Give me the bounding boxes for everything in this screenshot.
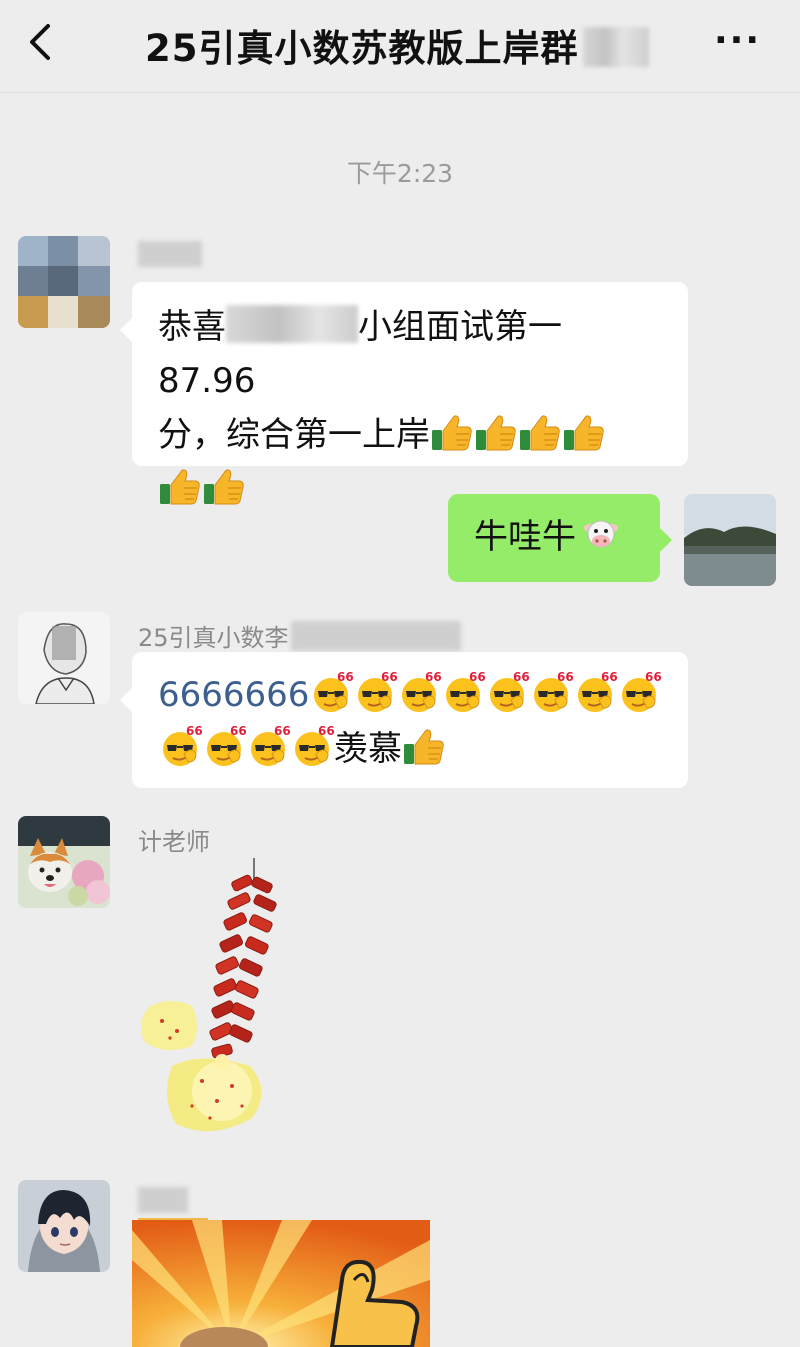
thumbs-up-icon bbox=[159, 469, 200, 505]
message-text: 6666666 bbox=[158, 675, 310, 715]
666-face-icon bbox=[250, 724, 290, 767]
message-timestamp: 下午2:23 bbox=[346, 159, 454, 188]
thumbs-up-icon bbox=[475, 415, 516, 451]
chat-header: 25引真小数苏教版上岸群 ··· bbox=[0, 0, 800, 93]
thumbs-up-icon bbox=[519, 415, 560, 451]
message-bubble[interactable]: 恭喜 小组面试第一 87.96 分，综合第一上岸 bbox=[120, 282, 688, 505]
thumbs-up-icon bbox=[203, 469, 244, 505]
redacted-title-suffix bbox=[582, 27, 649, 67]
firecrackers-icon bbox=[141, 858, 277, 1132]
thumbs-up-icon bbox=[403, 729, 444, 765]
corgi-dog-avatar-image bbox=[18, 816, 110, 908]
666-face-icon bbox=[445, 670, 486, 713]
pixelated-avatar-image bbox=[18, 236, 110, 328]
666-face-icon bbox=[577, 670, 618, 713]
back-button[interactable] bbox=[22, 18, 62, 66]
666-face-icon bbox=[162, 724, 202, 767]
avatar[interactable] bbox=[18, 236, 110, 328]
message-text: 牛哇牛 bbox=[474, 517, 576, 557]
666-face-icon bbox=[621, 670, 662, 713]
avatar[interactable] bbox=[18, 816, 110, 908]
cow-face-icon bbox=[584, 520, 618, 548]
message-text: 恭喜 bbox=[158, 307, 226, 347]
sketch-portrait-avatar-image bbox=[18, 612, 110, 704]
sender-name: 计老师 bbox=[138, 828, 210, 856]
chat-title: 25引真小数苏教版上岸群 bbox=[145, 18, 649, 72]
avatar[interactable] bbox=[18, 1180, 110, 1272]
message-text: 羡慕 bbox=[334, 729, 402, 769]
666-face-icon bbox=[357, 670, 398, 713]
thumbs-up-icon bbox=[563, 415, 604, 451]
message-text: 分，综合第一上岸 bbox=[158, 415, 430, 455]
lake-landscape-avatar-image bbox=[684, 494, 776, 586]
avatar[interactable] bbox=[18, 612, 110, 704]
sender-name-redacted bbox=[138, 1186, 208, 1222]
firecrackers-sticker[interactable] bbox=[132, 856, 292, 1156]
666-face-icon bbox=[294, 724, 334, 767]
image-message[interactable] bbox=[132, 1220, 430, 1347]
redacted-name bbox=[226, 305, 358, 343]
redacted-sender-name bbox=[138, 241, 202, 267]
redacted-sender-name bbox=[138, 1187, 188, 1213]
message-bubble[interactable]: 6666666 羡慕 bbox=[120, 652, 688, 788]
more-options-button[interactable]: ··· bbox=[714, 20, 761, 61]
sender-name: 25引真小数李 bbox=[138, 618, 461, 653]
666-face-icon bbox=[206, 724, 246, 767]
self-avatar[interactable] bbox=[684, 494, 776, 586]
sender-name-redacted bbox=[138, 240, 202, 268]
anime-boy-avatar-image bbox=[18, 1180, 110, 1272]
chat-title-text: 25引真小数苏教版上岸群 bbox=[145, 27, 579, 70]
666-face-icon bbox=[401, 670, 442, 713]
sender-name-text: 25引真小数李 bbox=[138, 624, 289, 652]
666-face-icon bbox=[313, 670, 354, 713]
thumbs-up-icon bbox=[431, 415, 472, 451]
666-face-icon bbox=[489, 670, 530, 713]
666-face-icon bbox=[533, 670, 574, 713]
thumbs-up-sticker-image bbox=[132, 1220, 430, 1347]
redacted-sender-name bbox=[290, 621, 461, 651]
chevron-left-icon bbox=[30, 24, 50, 60]
message-bubble-outgoing[interactable]: 牛哇牛 bbox=[448, 494, 672, 582]
